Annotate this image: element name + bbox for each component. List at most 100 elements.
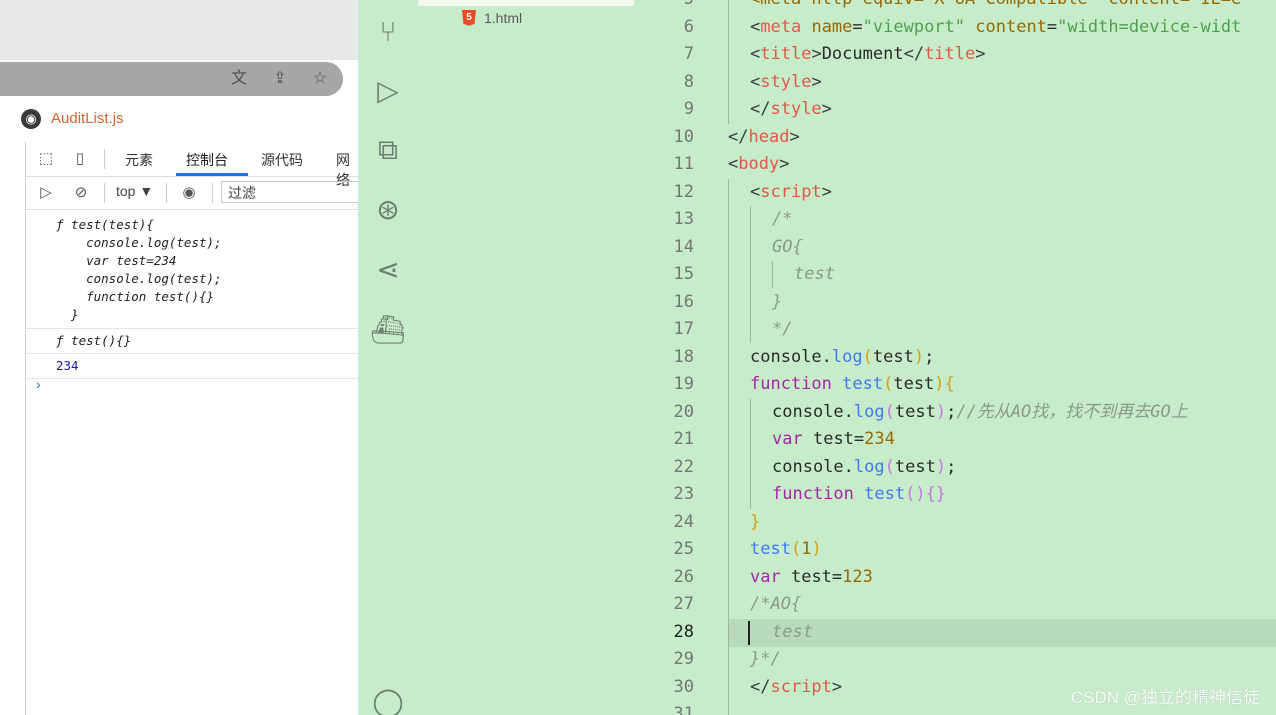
code-line-15: test <box>794 264 835 284</box>
indent-guide <box>728 0 729 124</box>
share-icon[interactable]: ⇪ <box>270 70 290 88</box>
line-number: 22 <box>673 457 694 477</box>
file-explorer: 5 1.html <box>418 0 634 715</box>
text-cursor <box>748 621 750 645</box>
code-line-22: console.log(test); <box>772 457 957 477</box>
translate-icon[interactable]: 文 <box>229 70 249 88</box>
active-tab-indicator <box>176 173 248 176</box>
divider <box>104 149 105 169</box>
file-name: 1.html <box>484 9 523 26</box>
code-token: console <box>772 457 844 477</box>
docker-icon[interactable]: ⛴ <box>370 312 406 348</box>
code-editor-window: ⑂ ▷ ⧉ ⊛ ⋖ ⛴ ◯ 51.html 5 6 7 8 9 10 11 12… <box>358 0 1276 715</box>
code-token: test <box>750 539 791 559</box>
code-token: (){} <box>905 484 947 504</box>
code-line-12: <script> <box>750 182 832 202</box>
code-token: style <box>760 72 812 92</box>
line-number: 11 <box>673 154 694 174</box>
code-token: log <box>853 402 885 422</box>
code-token: meta <box>760 17 802 37</box>
code-token: body <box>738 154 780 174</box>
code-token: 1 <box>801 539 812 559</box>
console-line: function test(){} <box>56 289 215 304</box>
git-graph-icon[interactable]: ⊛ <box>370 192 406 228</box>
clear-console-icon[interactable]: ⊘ <box>71 183 91 203</box>
code-token: test <box>894 457 936 477</box>
globe-icon: ◉ <box>21 109 41 129</box>
tab-console[interactable]: 控制台 <box>186 150 228 170</box>
line-number: 17 <box>673 319 694 339</box>
code-token: test <box>872 347 914 367</box>
gitlens-icon[interactable]: ⋖ <box>370 252 406 288</box>
code-token: title <box>760 44 812 64</box>
inspect-element-icon[interactable]: ⬚ <box>36 149 56 169</box>
line-number: 6 <box>683 17 694 37</box>
code-token: <meta http-equiv="X-UA-Compatible" conte… <box>750 0 1241 9</box>
browser-top-strip <box>0 0 358 60</box>
code-token: "width=device-widt <box>1057 17 1242 37</box>
code-line-17: */ <box>772 319 793 339</box>
star-icon[interactable]: ☆ <box>310 70 330 88</box>
line-number: 13 <box>673 209 694 229</box>
file-item[interactable]: 5 1.html <box>462 9 522 31</box>
code-line-19: function test(test){ <box>750 374 955 394</box>
code-token: style <box>770 99 822 119</box>
indent-guide <box>750 399 751 509</box>
console-entry-function[interactable]: ƒ test(){} <box>26 329 358 354</box>
code-line-30: </script> <box>750 677 843 697</box>
console-entry-number: 234 <box>26 354 358 379</box>
code-token: content <box>975 17 1047 37</box>
context-value: top <box>116 183 136 199</box>
line-number: 29 <box>673 649 694 669</box>
code-token: title <box>924 44 976 64</box>
run-debug-icon[interactable]: ▷ <box>370 73 406 109</box>
tab-elements[interactable]: 元素 <box>125 150 153 170</box>
code-line-23: function test(){} <box>772 481 946 509</box>
extensions-icon[interactable]: ⧉ <box>370 132 406 168</box>
console-line: ƒ test(test){ <box>56 217 154 232</box>
code-token: test <box>894 402 936 422</box>
console-entry-function[interactable]: ƒ test(test){ console.log(test); var tes… <box>26 210 358 329</box>
context-selector[interactable]: top ▼ <box>116 183 153 199</box>
console-line: ƒ test(){} <box>56 333 132 348</box>
sidebar-toggle-icon[interactable]: ▷ <box>36 183 56 203</box>
code-line-7: <title>Document</title> <box>750 44 986 64</box>
line-number: 23 <box>673 484 694 504</box>
line-number: 19 <box>673 374 694 394</box>
line-number: 5 <box>634 0 694 14</box>
source-control-history-icon[interactable]: ⑂ <box>370 14 406 50</box>
console-filter-input[interactable]: 过滤 <box>221 181 358 203</box>
code-line-21: var test=234 <box>772 429 895 449</box>
console-line: } <box>56 307 79 322</box>
address-bar[interactable] <box>0 62 343 96</box>
code-line-29: }*/ <box>750 649 781 669</box>
eye-icon[interactable]: ◉ <box>179 183 199 203</box>
code-area[interactable]: <meta http-equiv="X-UA-Compatible" conte… <box>728 0 1276 715</box>
code-token: script <box>770 677 832 697</box>
code-line-13: /* <box>772 209 793 229</box>
code-line-24: } <box>750 512 761 532</box>
code-token: test <box>893 374 935 394</box>
account-icon[interactable]: ◯ <box>370 684 406 715</box>
code-line-20: console.log(test);//先从AO找，找不到再去GO上 <box>772 402 1188 422</box>
code-token: var <box>750 567 781 587</box>
line-number: 8 <box>683 72 694 92</box>
console-prompt-icon[interactable]: › <box>36 376 41 392</box>
code-token: 123 <box>842 567 873 587</box>
divider <box>166 183 167 203</box>
activity-bar: ⑂ ▷ ⧉ ⊛ ⋖ ⛴ ◯ <box>358 0 418 715</box>
explorer-header <box>418 0 634 6</box>
code-token: "viewport" <box>862 17 966 37</box>
code-token: function <box>750 374 832 394</box>
console-line: console.log(test); <box>56 235 222 250</box>
tab-sources[interactable]: 源代码 <box>261 150 303 170</box>
line-number: 27 <box>673 594 694 614</box>
code-token: console <box>750 347 822 367</box>
code-token: log <box>831 347 863 367</box>
code-line-25: test(1) <box>750 539 822 559</box>
code-line-28: test <box>772 622 813 642</box>
line-number: 24 <box>673 512 694 532</box>
tab-title[interactable]: AuditList.js <box>51 110 124 127</box>
code-token: test <box>842 374 884 394</box>
device-toolbar-icon[interactable]: ▯ <box>70 149 90 169</box>
